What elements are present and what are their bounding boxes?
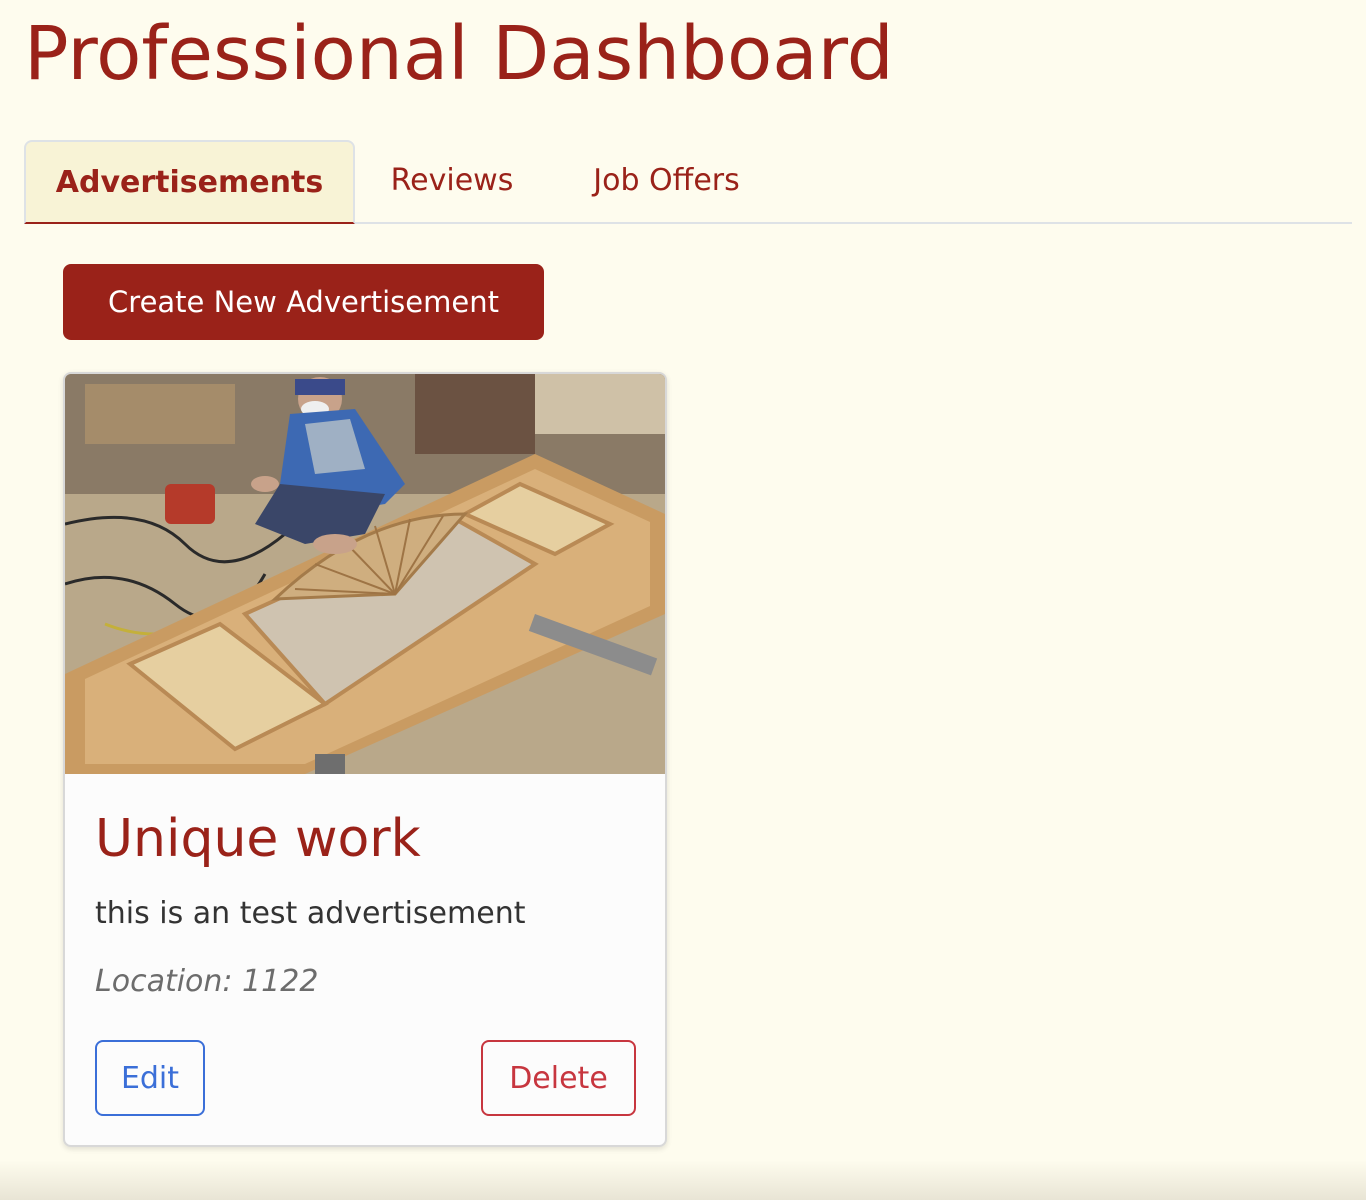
advertisement-card: Unique work this is an test advertisemen…	[63, 372, 667, 1147]
tab-job-offers[interactable]: Job Offers	[569, 140, 764, 222]
delete-button[interactable]: Delete	[481, 1040, 636, 1116]
page-title: Professional Dashboard	[24, 11, 894, 97]
create-advertisement-button[interactable]: Create New Advertisement	[63, 264, 544, 340]
advertisement-description: this is an test advertisement	[95, 896, 526, 931]
tab-reviews[interactable]: Reviews	[369, 140, 535, 222]
tab-advertisements[interactable]: Advertisements	[24, 140, 355, 224]
edit-button[interactable]: Edit	[95, 1040, 205, 1116]
advertisement-location: Location: 1122	[95, 964, 319, 999]
tab-bar: Advertisements Reviews Job Offers	[24, 140, 1352, 224]
page-bottom-edge	[0, 1160, 1366, 1200]
advertisement-title: Unique work	[95, 809, 421, 869]
advertisement-image	[65, 374, 665, 774]
